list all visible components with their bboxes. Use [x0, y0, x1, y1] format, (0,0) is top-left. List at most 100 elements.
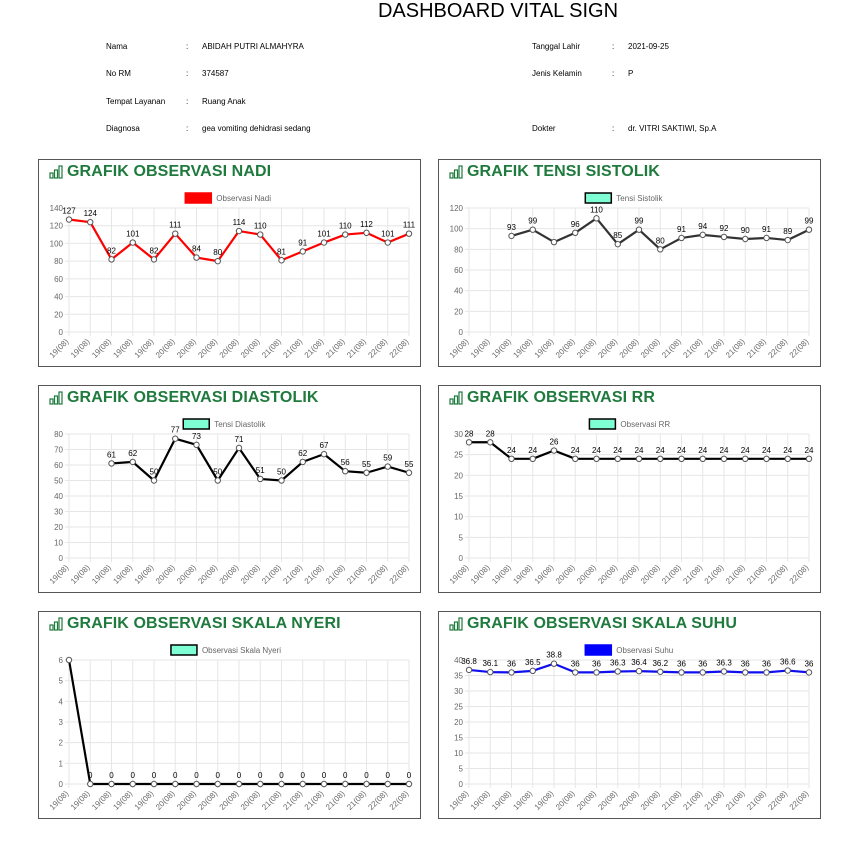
data-point: [763, 669, 770, 676]
data-label: 91: [762, 225, 771, 234]
data-point: [784, 236, 791, 244]
x-tick-label: 21(08): [681, 563, 704, 586]
data-label: 36.6: [780, 658, 796, 667]
y-tick-label: 20: [454, 307, 463, 316]
data-point: [805, 455, 813, 462]
data-point: [214, 257, 221, 265]
y-tick-label: 2: [59, 739, 64, 748]
data-label: 67: [320, 441, 329, 450]
x-tick-label: 19(08): [469, 337, 492, 360]
info-label-diagnosa: Diagnosa: [106, 124, 140, 133]
x-tick-label: 20(08): [218, 337, 241, 360]
data-label: 110: [339, 222, 352, 231]
data-point: [657, 455, 664, 462]
data-point: [805, 669, 813, 676]
chart-suhu: Observasi Suhu051015202530354019(08)19(0…: [448, 644, 814, 812]
data-label: 36: [762, 659, 771, 668]
x-tick-label: 21(08): [745, 563, 768, 586]
data-point: [150, 780, 158, 788]
data-label: 0: [131, 771, 136, 780]
data-label: 24: [677, 446, 686, 455]
x-tick-label: 22(08): [388, 563, 411, 586]
x-tick-label: 21(08): [345, 563, 368, 586]
data-label: 51: [256, 466, 265, 475]
data-point: [635, 667, 643, 675]
y-tick-label: 0: [459, 554, 464, 563]
legend-swatch: [584, 192, 613, 204]
icon-bar: [53, 621, 59, 631]
legend: Tensi Sistolik: [584, 192, 664, 204]
data-label: 81: [277, 247, 286, 256]
y-tick-label: 40: [454, 287, 463, 296]
info-value-tempat: Ruang Anak: [202, 97, 246, 106]
data-point: [742, 235, 749, 243]
data-point: [384, 780, 391, 788]
chart-diastolik: Tensi Diastolik0102030405060708019(08)19…: [48, 418, 414, 586]
x-tick-label: 21(08): [724, 563, 747, 586]
x-tick-label: 20(08): [175, 337, 198, 360]
x-tick-label: 20(08): [218, 789, 241, 812]
legend-label: Observasi RR: [620, 420, 670, 429]
data-label: 101: [126, 230, 140, 239]
data-point: [614, 668, 621, 675]
data-label: 89: [783, 227, 792, 236]
data-point: [214, 780, 221, 788]
y-tick-label: 15: [454, 492, 463, 501]
data-label: 24: [635, 446, 644, 455]
data-label: 28: [486, 429, 495, 438]
data-point: [487, 668, 494, 676]
x-tick-label: 20(08): [154, 337, 177, 360]
data-label: 36.2: [652, 659, 668, 668]
data-label: 24: [698, 446, 707, 455]
data-label: 85: [613, 231, 622, 240]
y-tick-label: 60: [54, 275, 63, 284]
info-label-nama: Nama: [106, 42, 128, 51]
data-label: 80: [656, 236, 665, 245]
data-point: [763, 234, 770, 242]
data-point: [699, 455, 706, 462]
data-label: 0: [301, 771, 306, 780]
data-point: [678, 669, 685, 676]
chart-sistolik: Tensi Sistolik02040608010012019(08)19(08…: [448, 192, 814, 360]
bar-chart-icon: [449, 165, 463, 179]
x-tick-label: 19(08): [133, 563, 156, 586]
data-label: 36: [592, 659, 601, 668]
bar-chart-icon: [49, 165, 63, 179]
info-label-norm: No RM: [106, 69, 131, 78]
data-point: [572, 229, 579, 236]
data-point: [487, 439, 494, 446]
x-tick-label: 21(08): [281, 563, 304, 586]
data-label: 73: [192, 432, 201, 441]
x-tick-label: 22(08): [366, 563, 389, 586]
data-point: [342, 231, 349, 238]
data-point: [550, 660, 558, 667]
info-value-norm: 374587: [202, 69, 229, 78]
x-tick-label: 20(08): [618, 789, 641, 812]
data-point: [363, 229, 370, 236]
bar-chart-glyph: [449, 165, 463, 179]
legend-swatch: [184, 192, 213, 204]
x-tick-label: 21(08): [303, 563, 326, 586]
data-label: 24: [528, 446, 537, 455]
icon-bar: [458, 617, 463, 631]
data-label: 24: [592, 446, 601, 455]
data-label: 124: [84, 209, 98, 218]
x-tick-label: 20(08): [575, 337, 598, 360]
data-point: [784, 455, 791, 462]
x-tick-label: 21(08): [324, 789, 347, 812]
x-tick-label: 21(08): [281, 337, 304, 360]
data-label: 94: [698, 222, 707, 231]
data-label: 91: [298, 238, 307, 247]
x-tick-label: 20(08): [175, 563, 198, 586]
bar-chart-glyph: [449, 391, 463, 405]
data-point: [235, 444, 243, 452]
data-point: [278, 257, 285, 264]
x-tick-label: 21(08): [303, 789, 326, 812]
data-label: 127: [62, 207, 76, 216]
x-tick-label: 22(08): [766, 337, 789, 360]
data-point: [150, 256, 158, 263]
x-tick-label: 20(08): [639, 563, 662, 586]
icon-bar: [53, 395, 59, 405]
data-label: 0: [194, 771, 199, 780]
x-tick-label: 19(08): [111, 337, 134, 360]
